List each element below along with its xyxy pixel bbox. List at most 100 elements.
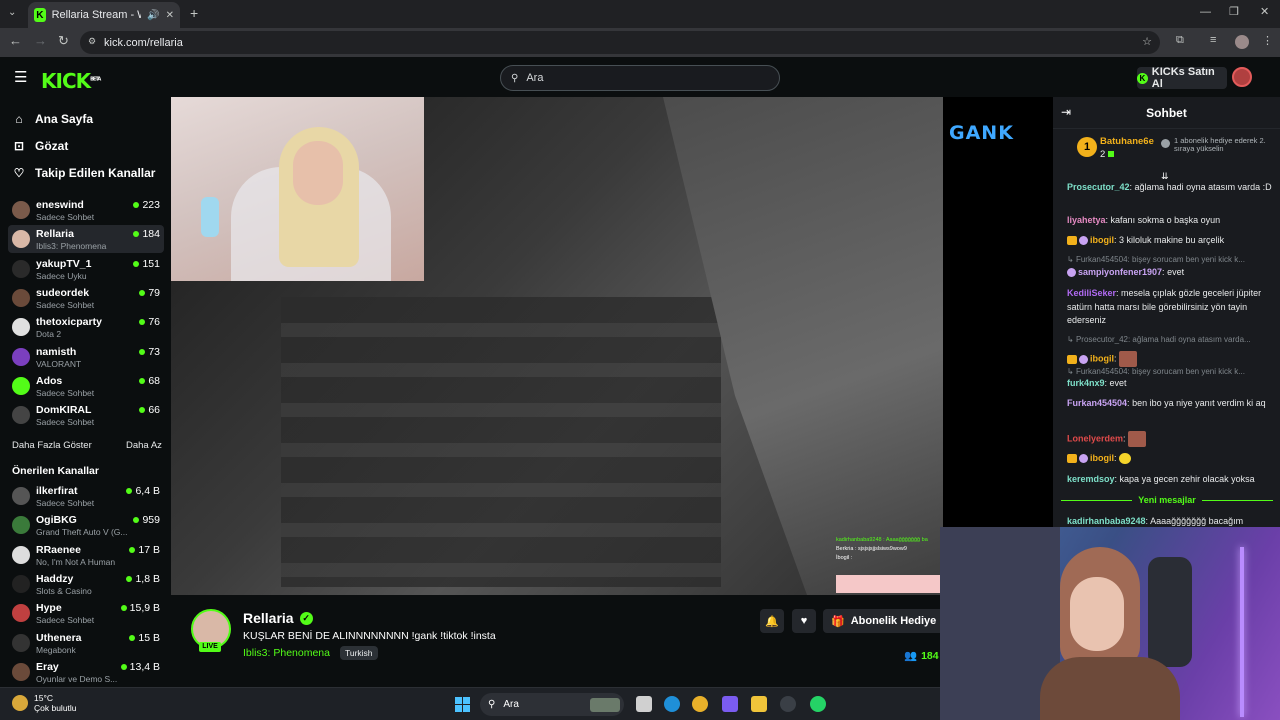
chat-text: kapa ya gecen zehir olacak yoksa [1119, 474, 1255, 484]
chat-message[interactable]: ibogil: 3 kiloluk makine bu arçelik [1067, 234, 1275, 248]
chat-message[interactable]: KediliSeker: mesela çıplak gözle geceler… [1067, 287, 1275, 328]
chat-username[interactable]: Lonelyerdem [1067, 433, 1123, 443]
chat-message[interactable]: Prosecutor_42: ağlama hadi oyna atasım v… [1067, 181, 1275, 195]
channel-category: Iblis3: Phenomena [36, 241, 107, 252]
leaderboard-user[interactable]: Batuhane6e [1100, 136, 1154, 147]
maximize-icon[interactable]: ❐ [1229, 5, 1239, 18]
site-info-icon[interactable]: ⚙ [88, 36, 96, 47]
sidebar-channel-uthenera[interactable]: Uthenera Megabonk 15 B [8, 629, 164, 657]
app-icon[interactable] [780, 696, 796, 712]
taskbar-search[interactable]: ⚲ Ara [480, 693, 624, 716]
sidebar-channel-rraenee[interactable]: RRaenee No, I'm Not A Human 17 B [8, 541, 164, 569]
chat-message[interactable]: sampiyonfener1907: evet [1067, 266, 1275, 280]
chat-message[interactable]: liyahetya: kafanı sokma o başka oyun [1067, 214, 1275, 228]
sidebar-channel-ados[interactable]: Ados Sadece Sohbet 68 [8, 372, 164, 400]
chat-message[interactable]: furk4nx9: evet [1067, 377, 1275, 391]
tab-audio-icon[interactable]: 🔊 [147, 10, 159, 21]
nav-home[interactable]: ⌂ Ana Sayfa [12, 112, 93, 126]
chat-username[interactable]: Prosecutor_42 [1067, 182, 1130, 192]
new-messages-divider[interactable]: Yeni mesajlar [1061, 495, 1274, 505]
chat-username[interactable]: furk4nx9 [1067, 378, 1105, 388]
sidebar-channel-ogibkg[interactable]: OgiBKG Grand Theft Auto V (G... 959 [8, 511, 164, 539]
edge-icon[interactable] [664, 696, 680, 712]
new-messages-label: Yeni mesajlar [1138, 495, 1196, 505]
chat-username[interactable]: kadirhanbaba9248 [1067, 516, 1146, 526]
sidebar-channel-sudeordek[interactable]: sudeordek Sadece Sohbet 79 [8, 284, 164, 312]
sidebar-channel-haddzy[interactable]: Haddzy Slots & Casino 1,8 B [8, 570, 164, 598]
chat-username[interactable]: ibogil [1090, 353, 1114, 363]
back-icon[interactable]: ← [9, 33, 22, 48]
sidebar-channel-rellaria[interactable]: Rellaria Iblis3: Phenomena 184 [8, 225, 164, 254]
sidebar-channel-eray[interactable]: Eray Oyunlar ve Demo S... 13,4 B [8, 658, 164, 686]
chat-reply-preview[interactable]: ↳ Prosecutor_42: ağlama hadi oyna atasım… [1067, 335, 1275, 344]
buy-kicks-button[interactable]: K KICKs Satın Al [1137, 66, 1227, 90]
chat-message[interactable]: Lonelyerdem: [1067, 431, 1275, 447]
kick-logo[interactable]: KICKBETA [41, 69, 101, 93]
stream-category-link[interactable]: Iblis3: Phenomena [243, 647, 330, 659]
sidebar-channel-yakuptv_1[interactable]: yakupTV_1 Sadece Uyku 151 [8, 255, 164, 283]
extensions-icon[interactable]: ⧉ [1176, 34, 1184, 47]
streamer-name[interactable]: Rellaria ✓ [243, 610, 313, 626]
crown-badge-icon [1067, 354, 1077, 364]
sidebar-channel-eneswind[interactable]: eneswind Sadece Sohbet 223 [8, 196, 164, 224]
sidebar-channel-hype[interactable]: Hype Sadece Sohbet 15,9 B [8, 599, 164, 627]
copilot-icon[interactable] [722, 696, 738, 712]
chat-username[interactable]: KediliSeker [1067, 288, 1116, 298]
search-input[interactable]: ⚲ Ara [500, 65, 780, 91]
windows-start-icon[interactable] [455, 697, 470, 712]
profile-avatar-icon[interactable] [1235, 35, 1249, 49]
chat-message[interactable]: Furkan454504: ben ibo ya niye yanıt verd… [1067, 397, 1275, 411]
weather-widget[interactable]: 15°C Çok bulutlu [12, 693, 77, 713]
channel-name: eneswind [36, 199, 84, 211]
show-less-link[interactable]: Daha Az [126, 440, 162, 451]
chat-reply-preview[interactable]: ↳ Furkan454504: bişey sorucam ben yeni k… [1067, 367, 1275, 376]
notification-bell-button[interactable]: 🔔 [760, 609, 784, 633]
whatsapp-icon[interactable] [810, 696, 826, 712]
hamburger-menu-icon[interactable]: ☰ [14, 68, 27, 86]
mini-chat-bar [836, 575, 940, 593]
sidebar-channel-thetoxicparty[interactable]: thetoxicparty Dota 2 76 [8, 313, 164, 341]
browser-menu-icon[interactable]: ⋮ [1262, 34, 1273, 47]
reload-icon[interactable]: ↻ [58, 33, 69, 49]
stream-info: LIVE Rellaria ✓ KUŞLAR BENİ DE ALINNNNNN… [171, 595, 943, 687]
minimize-icon[interactable]: — [1200, 6, 1211, 18]
address-input[interactable]: ⚙ kick.com/rellaria ☆ [80, 31, 1160, 54]
show-more-link[interactable]: Daha Fazla Göster [12, 440, 92, 451]
media-control-icon[interactable]: ≡ [1210, 34, 1216, 46]
chat-message[interactable]: ibogil: [1067, 351, 1275, 367]
live-dot-icon [129, 634, 136, 641]
tab-list-chevron-icon[interactable]: ⌄ [8, 7, 16, 18]
chat-username[interactable]: keremdsoy [1067, 474, 1115, 484]
emote-icon [1119, 351, 1138, 367]
gift-subscription-button[interactable]: 🎁 Abonelik Hediye Et [823, 609, 943, 633]
chat-username[interactable]: sampiyonfener1907 [1078, 267, 1162, 277]
nav-browse[interactable]: ⊡ Gözat [12, 139, 68, 153]
video-player[interactable] [171, 97, 943, 595]
language-tag[interactable]: Turkish [339, 646, 378, 660]
chrome-icon[interactable] [692, 696, 708, 712]
video-side-panel [943, 97, 1053, 595]
browser-tab[interactable]: K Rellaria Stream - Watch Live 🔊 ✕ [28, 2, 180, 28]
bookmark-star-icon[interactable]: ☆ [1142, 35, 1152, 48]
new-tab-icon[interactable]: + [190, 5, 198, 21]
sidebar-channel-namisth[interactable]: namisth VALORANT 73 [8, 343, 164, 371]
follow-heart-button[interactable]: ♥ [792, 609, 816, 633]
file-explorer-icon[interactable] [751, 696, 767, 712]
window-close-icon[interactable]: ✕ [1260, 5, 1269, 18]
task-view-icon[interactable] [636, 696, 652, 712]
sidebar-channel-ilkerfirat[interactable]: ilkerfirat Sadece Sohbet 6,4 B [8, 482, 164, 510]
chat-username[interactable]: ibogil [1090, 235, 1114, 245]
chat-username[interactable]: liyahetya [1067, 215, 1106, 225]
forward-icon[interactable]: → [34, 33, 47, 48]
chat-message[interactable]: ibogil: [1067, 452, 1275, 466]
chat-text: Aaaağğğğğğğ bacağım [1150, 516, 1244, 526]
tab-close-icon[interactable]: ✕ [166, 10, 174, 21]
channel-viewers: 184 [133, 228, 160, 240]
chat-reply-preview[interactable]: ↳ Furkan454504: bişey sorucam ben yeni k… [1067, 255, 1275, 264]
nav-following[interactable]: ♡ Takip Edilen Kanallar [12, 166, 156, 180]
chat-message[interactable]: keremdsoy: kapa ya gecen zehir olacak yo… [1067, 473, 1275, 487]
chat-username[interactable]: Furkan454504 [1067, 398, 1127, 408]
sidebar-channel-domkiral[interactable]: DomKIRAL Sadece Sohbet 66 [8, 401, 164, 429]
user-avatar[interactable] [1232, 67, 1252, 87]
chat-username[interactable]: ibogil [1090, 453, 1114, 463]
